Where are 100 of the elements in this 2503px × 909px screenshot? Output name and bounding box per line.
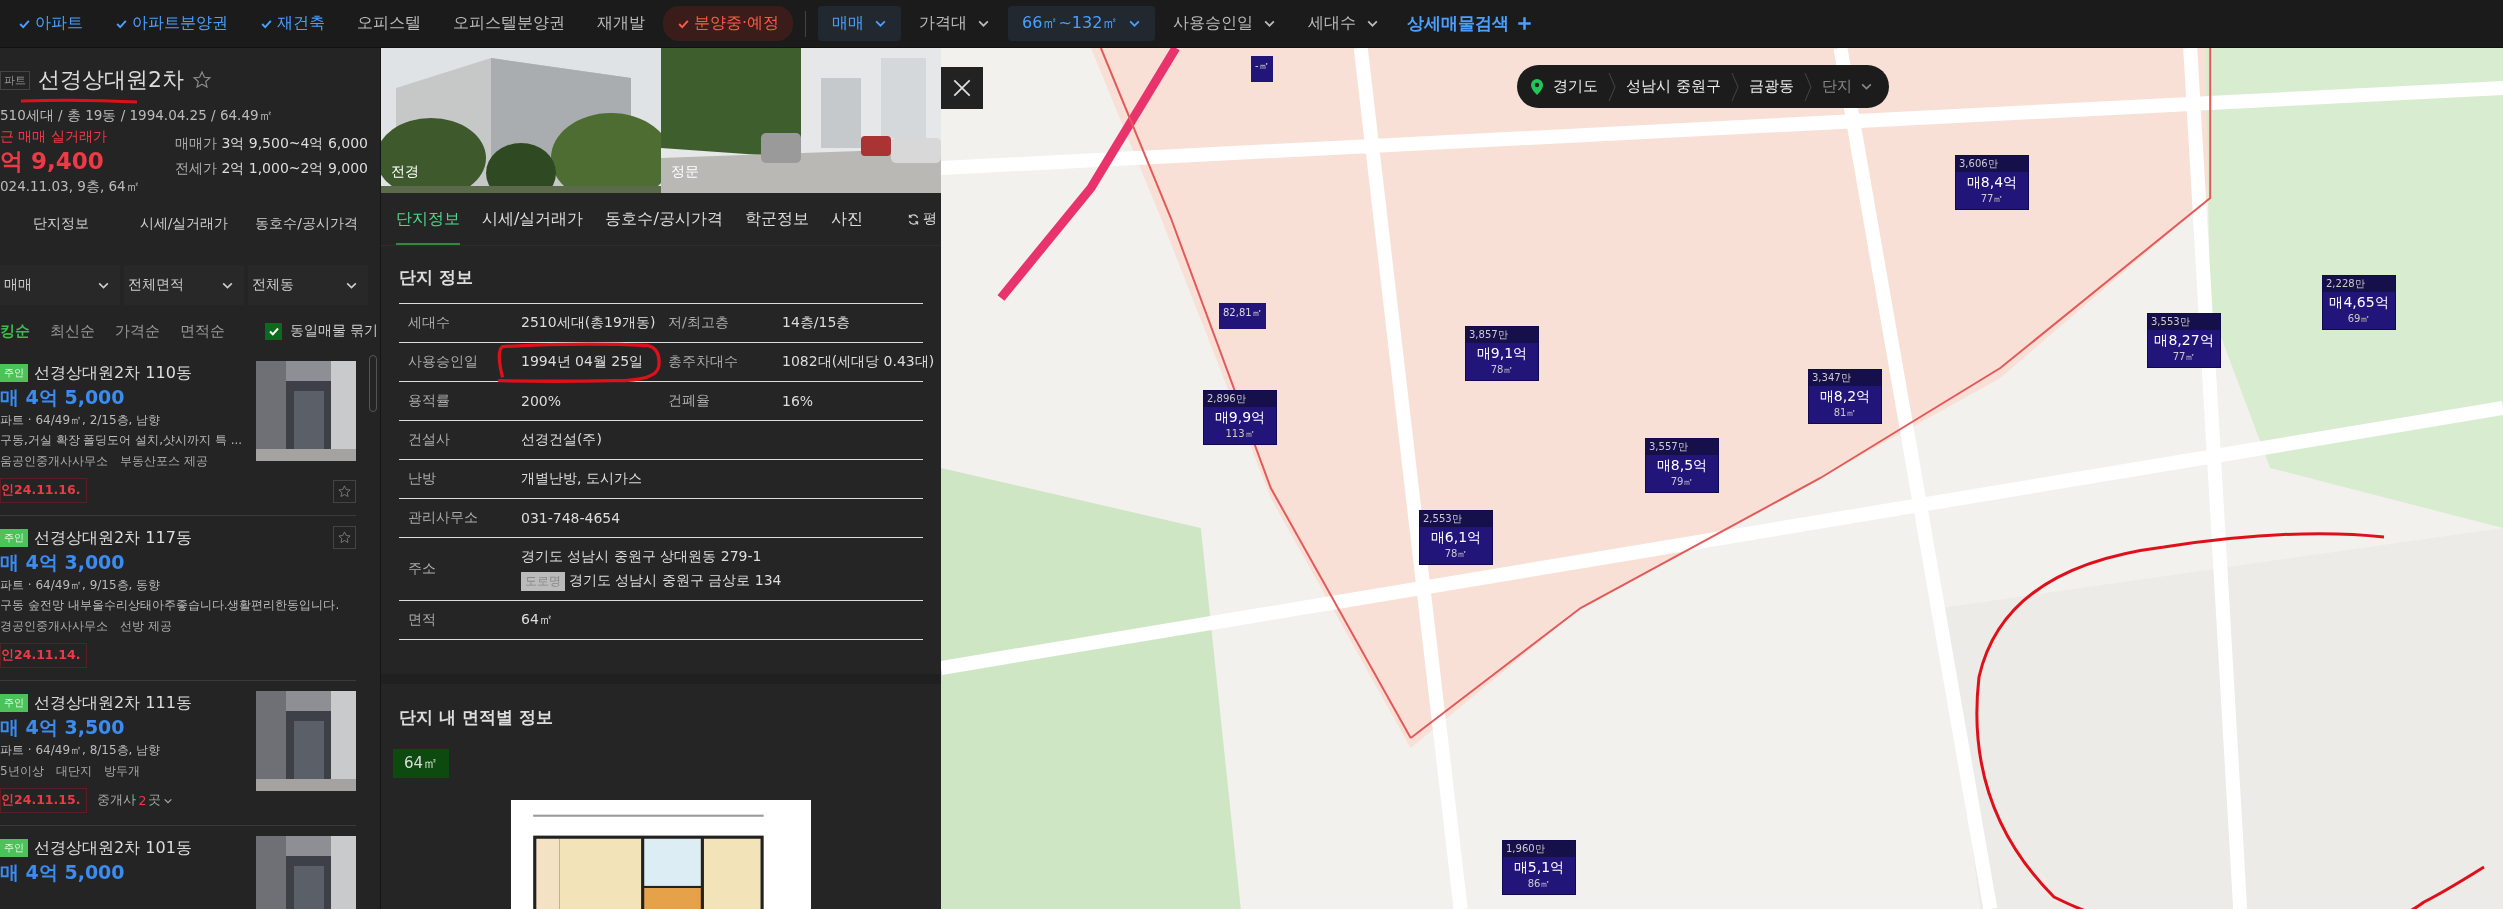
filter-dropdown[interactable]: 전체면적 xyxy=(124,265,244,305)
complex-title: 선경상대원2차 xyxy=(38,66,184,94)
price-range-value: 2억 1,000~2억 9,000 xyxy=(221,160,368,178)
recent-trade-label: 근 매매 실거래가 xyxy=(0,127,108,146)
listing-tag: 방두개 xyxy=(103,760,140,782)
filter-dropdown[interactable]: 가격대 xyxy=(905,6,1005,41)
field-value: 031-748-4654 xyxy=(521,510,621,526)
close-button[interactable] xyxy=(941,67,983,109)
field-label: 주소 xyxy=(407,560,437,578)
detail-search-button[interactable]: 상세매물검색 xyxy=(1397,5,1543,42)
field-label: 건설사 xyxy=(407,431,451,449)
listing-price: 매 4억 3,500 xyxy=(0,715,126,740)
listing-title[interactable]: 선경상대원2차 101동 xyxy=(34,837,192,859)
field-label: 저/최고층 xyxy=(668,314,730,332)
section-tab[interactable]: 단지정보 xyxy=(0,199,123,249)
checkbox[interactable] xyxy=(265,322,282,340)
filter-dropdown[interactable]: 매매 xyxy=(818,6,902,41)
owner-badge: 주인 xyxy=(0,529,28,547)
chevron-icon xyxy=(1803,71,1812,102)
chevron-icon xyxy=(1608,71,1616,102)
property-type-toggle[interactable]: 오피스텔분양권 xyxy=(439,6,579,41)
field-value: 2510세대(총19개동) xyxy=(521,314,657,332)
price-range-label: 전세가 xyxy=(175,160,218,178)
price-marker[interactable]: 3,557만 매8,5억 79㎡ xyxy=(1646,439,1718,492)
filter-dropdown[interactable]: 전체동 xyxy=(248,265,368,305)
filter-dropdown[interactable]: 세대수 xyxy=(1294,6,1394,41)
area-marker[interactable]: -㎡ xyxy=(1251,56,1273,82)
brokers-toggle[interactable]: 중개사 2 곳 xyxy=(97,792,174,809)
field-label: 건폐율 xyxy=(668,392,711,410)
listing-price: 매 4억 5,000 xyxy=(0,860,126,885)
field-value: 14층/15층 xyxy=(782,314,852,332)
field-label: 용적률 xyxy=(407,392,451,410)
field-value: 64㎡ xyxy=(521,611,553,629)
checkbox-label: 동일매물 묶기 xyxy=(290,322,379,340)
sort-option[interactable]: 가격순 xyxy=(115,321,160,341)
breadcrumb-item[interactable]: 경기도 xyxy=(1553,77,1598,96)
property-type-toggle[interactable]: 재건축 xyxy=(246,6,339,41)
property-type-toggle[interactable]: 아파트분양권 xyxy=(101,6,242,41)
field-value: 경기도 성남시 중원구 상대원동 279-1 xyxy=(521,547,763,566)
listing-tag: 경공인중개사사무소 xyxy=(0,615,108,637)
listing-tag: 움공인중개사사무소 xyxy=(0,450,108,472)
field-label: 세대수 xyxy=(407,314,451,332)
detail-tab[interactable]: 동호수/공시가격 xyxy=(605,193,723,245)
listing-tag: 5년이상 xyxy=(0,760,44,782)
filter-dropdown[interactable]: 매매 xyxy=(0,265,120,305)
breadcrumb-item[interactable]: 성남시 중원구 xyxy=(1626,77,1721,96)
listing-tag: 부동산포스 제공 xyxy=(120,450,208,472)
detail-tab[interactable]: 사진 xyxy=(830,193,863,245)
sort-option[interactable]: 면적순 xyxy=(180,321,225,341)
property-type-toggle[interactable]: 분양중·예정 xyxy=(663,6,794,41)
property-type-toggle[interactable]: 오피스텔 xyxy=(343,6,435,41)
area-chip[interactable]: 64㎡ xyxy=(393,749,450,778)
price-marker[interactable]: 2,896만 매9,9억 113㎡ xyxy=(1204,391,1276,444)
field-value: 경기도 성남시 중원구 금상로 134 xyxy=(569,572,782,590)
chevron-icon xyxy=(1730,71,1739,102)
price-marker[interactable]: 3,347만 매8,2억 81㎡ xyxy=(1809,370,1881,423)
confirmed-date: 인24.11.16. xyxy=(0,478,88,503)
listing-title[interactable]: 선경상대원2차 117동 xyxy=(34,527,192,549)
type-badge: 파트 xyxy=(0,70,30,90)
breadcrumb-dropdown[interactable]: 단지 xyxy=(1821,77,1873,96)
property-type-toggle[interactable]: 아파트 xyxy=(4,6,97,41)
property-type-toggle[interactable]: 재개발 xyxy=(583,6,659,41)
filter-dropdown[interactable]: 사용승인일 xyxy=(1159,6,1291,41)
price-marker[interactable]: 3,857만 매9,1억 78㎡ xyxy=(1466,327,1538,380)
favorite-button[interactable] xyxy=(333,480,356,503)
section-tab[interactable]: 시세/실거래가 xyxy=(122,199,246,249)
star-icon xyxy=(337,484,352,499)
photo-caption: 전경 xyxy=(391,163,419,181)
price-marker[interactable]: 3,606만 매8,4억 77㎡ xyxy=(1956,156,2028,209)
detail-tab[interactable]: 단지정보 xyxy=(396,193,460,245)
field-label: 관리사무소 xyxy=(407,509,479,527)
listing-tag: 대단지 xyxy=(55,760,92,782)
listing-price: 매 4억 5,000 xyxy=(0,385,126,410)
owner-badge: 주인 xyxy=(0,839,28,857)
favorite-button[interactable] xyxy=(333,526,356,549)
section-tab[interactable]: 동호수/공시가격 xyxy=(245,199,368,249)
price-marker[interactable]: 3,553만 매8,27억 77㎡ xyxy=(2148,314,2220,367)
price-marker[interactable]: 2,553만 매6,1억 78㎡ xyxy=(1420,511,1492,564)
detail-tab[interactable]: 학군정보 xyxy=(744,193,809,245)
section-title: 단지 내 면적별 정보 xyxy=(399,706,554,729)
sort-option[interactable]: 최신순 xyxy=(50,321,95,341)
owner-badge: 주인 xyxy=(0,694,28,712)
listing-title[interactable]: 선경상대원2차 110동 xyxy=(34,362,192,384)
breadcrumb-item[interactable]: 금광동 xyxy=(1748,77,1794,96)
price-marker[interactable]: 2,228만 매4,65억 69㎡ xyxy=(2323,276,2395,329)
confirmed-date: 인24.11.15. xyxy=(0,788,88,813)
field-value: 1994년 04월 25일 xyxy=(521,353,645,371)
field-value: 선경건설(주) xyxy=(521,431,602,449)
price-marker[interactable]: 1,960만 매5,1억 86㎡ xyxy=(1503,841,1575,894)
filter-dropdown[interactable]: 66㎡~132㎡ xyxy=(1008,6,1156,41)
sort-option[interactable]: 킹순 xyxy=(0,321,30,341)
unit-toggle[interactable]: 평 xyxy=(906,210,937,228)
area-marker[interactable]: 82,81㎡ xyxy=(1219,303,1266,329)
field-label: 총주차대수 xyxy=(668,353,739,371)
listing-price: 매 4억 3,000 xyxy=(0,550,126,575)
field-label: 면적 xyxy=(407,611,437,629)
star-icon[interactable] xyxy=(192,70,212,90)
detail-tab[interactable]: 시세/실거래가 xyxy=(482,193,584,245)
listing-title[interactable]: 선경상대원2차 111동 xyxy=(34,692,192,714)
price-range-label: 매매가 xyxy=(175,135,218,153)
